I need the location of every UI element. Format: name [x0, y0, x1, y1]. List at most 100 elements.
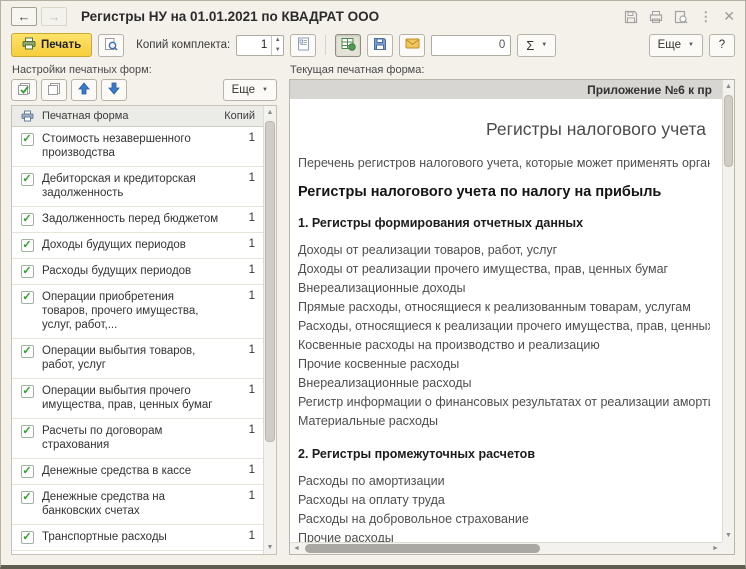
column-header-form[interactable]: Печатная форма — [42, 110, 219, 122]
table-header: Печатная форма Копий — [12, 106, 263, 127]
print-button-label: Печать — [41, 39, 81, 51]
scroll-left-icon[interactable]: ◄ — [290, 545, 303, 552]
table-row[interactable]: ✓ Операции приобретения товаров, прочего… — [12, 285, 263, 339]
more-button[interactable]: Еще ▼ — [649, 34, 703, 57]
register-line: Материальные расходы — [298, 412, 710, 431]
left-more-button[interactable]: Еще ▼ — [223, 79, 277, 101]
row-copies-value: 1 — [223, 238, 263, 252]
print-icon[interactable] — [649, 10, 663, 24]
left-more-button-label: Еще — [232, 84, 255, 96]
printer-icon — [22, 37, 36, 53]
preview-hscroll-thumb[interactable] — [305, 544, 540, 553]
row-form-label: Операции выбытия товаров, работ, услуг — [42, 344, 223, 372]
table-row[interactable]: ✓ Задолженность перед бюджетом 1 — [12, 207, 263, 233]
close-icon[interactable]: ✕ — [723, 8, 735, 25]
preview-vertical-scrollbar[interactable]: ▲ ▼ — [722, 80, 734, 542]
checkbox-checked-icon[interactable]: ✓ — [21, 385, 34, 398]
sigma-button[interactable]: Σ ▼ — [517, 34, 556, 57]
checkbox-checked-icon[interactable]: ✓ — [21, 133, 34, 146]
more-menu-icon[interactable]: ⋮ — [699, 11, 712, 23]
row-checkbox-cell: ✓ — [12, 172, 42, 200]
table-row[interactable]: ✓ Регистр налогового учета по налогу на … — [12, 551, 263, 554]
checkbox-checked-icon[interactable]: ✓ — [21, 531, 34, 544]
table-row[interactable]: ✓ Расходы будущих периодов 1 — [12, 259, 263, 285]
scroll-right-icon[interactable]: ► — [709, 545, 722, 552]
sum-field[interactable] — [431, 35, 511, 56]
row-form-label: Денежные средства на банковских счетах — [42, 490, 223, 518]
row-form-label: Денежные средства в кассе — [42, 464, 223, 478]
save-document-button[interactable] — [367, 34, 393, 57]
checkbox-checked-icon[interactable]: ✓ — [21, 173, 34, 186]
title-bar: ← → Регистры НУ на 01.01.2021 по КВАДРАТ… — [1, 1, 745, 30]
left-table-scrollbar[interactable]: ▲ ▼ — [263, 106, 276, 554]
row-form-label: Стоимость незавершенного производства — [42, 132, 223, 160]
table-row[interactable]: ✓ Доходы будущих периодов 1 — [12, 233, 263, 259]
table-row[interactable]: ✓ Операции выбытия товаров, работ, услуг… — [12, 339, 263, 379]
checkbox-checked-icon[interactable]: ✓ — [21, 491, 34, 504]
column-header-copies[interactable]: Копий — [219, 110, 263, 122]
row-form-label: Доходы будущих периодов — [42, 238, 223, 252]
row-checkbox-cell: ✓ — [12, 344, 42, 372]
stepper-down-icon[interactable]: ▼ — [272, 45, 283, 55]
show-form-settings-button[interactable] — [335, 34, 361, 57]
checkbox-checked-icon[interactable]: ✓ — [21, 239, 34, 252]
save-icon[interactable] — [624, 10, 638, 24]
copies-value[interactable]: 1 — [237, 36, 271, 55]
floppy-icon — [373, 37, 387, 54]
checkbox-checked-icon[interactable]: ✓ — [21, 265, 34, 278]
copies-label: Копий комплекта: — [136, 39, 230, 51]
page-setup-button[interactable] — [290, 34, 316, 57]
window-controls: ⋮ ✕ — [624, 8, 735, 25]
register-line: Прочие косвенные расходы — [298, 355, 710, 374]
scroll-up-icon[interactable]: ▲ — [725, 80, 732, 93]
table-row[interactable]: ✓ Стоимость незавершенного производства … — [12, 127, 263, 167]
checkbox-checked-icon[interactable]: ✓ — [21, 291, 34, 304]
section-title: 1. Регистры формирования отчетных данных — [298, 216, 710, 230]
current-form-panel: Текущая печатная форма: Приложение №6 к … — [289, 63, 735, 555]
document-content[interactable]: Регистры налогового учета Перечень регис… — [290, 99, 722, 542]
forward-button[interactable]: → — [41, 7, 67, 26]
row-checkbox-cell: ✓ — [12, 384, 42, 412]
checkbox-checked-icon[interactable]: ✓ — [21, 465, 34, 478]
table-row[interactable]: ✓ Денежные средства в кассе 1 — [12, 459, 263, 485]
preview-icon[interactable] — [674, 10, 688, 24]
scroll-up-icon[interactable]: ▲ — [267, 106, 274, 119]
back-button[interactable]: ← — [11, 7, 37, 26]
row-checkbox-cell: ✓ — [12, 490, 42, 518]
left-scroll-thumb[interactable] — [265, 121, 275, 442]
table-row[interactable]: ✓ Дебиторская и кредиторская задолженнос… — [12, 167, 263, 207]
table-row[interactable]: ✓ Операции выбытия прочего имущества, пр… — [12, 379, 263, 419]
table-row[interactable]: ✓ Транспортные расходы 1 — [12, 525, 263, 551]
document-sections: 1. Регистры формирования отчетных данных… — [298, 216, 710, 542]
row-form-label: Дебиторская и кредиторская задолженность — [42, 172, 223, 200]
uncheck-all-button[interactable] — [41, 79, 67, 101]
preview-hscroll-track[interactable] — [303, 543, 709, 554]
scroll-down-icon[interactable]: ▼ — [725, 529, 732, 542]
uncheck-all-icon — [47, 82, 62, 99]
move-up-button[interactable] — [71, 79, 97, 101]
checkbox-checked-icon[interactable]: ✓ — [21, 425, 34, 438]
preview-vscroll-thumb[interactable] — [724, 95, 733, 167]
check-all-button[interactable] — [11, 79, 37, 101]
table-row[interactable]: ✓ Денежные средства на банковских счетах… — [12, 485, 263, 525]
register-line: Доходы от реализации прочего имущества, … — [298, 260, 710, 279]
left-scroll-track[interactable] — [264, 119, 276, 541]
print-button[interactable]: Печать — [11, 33, 92, 57]
preview-horizontal-scrollbar[interactable]: ◄ ► — [290, 542, 722, 554]
move-down-button[interactable] — [101, 79, 127, 101]
section-items: Расходы по амортизации Расходы на оплату… — [298, 472, 710, 542]
stepper-up-icon[interactable]: ▲ — [272, 36, 283, 46]
row-copies-value: 1 — [223, 490, 263, 518]
send-email-button[interactable] — [399, 34, 425, 57]
checkbox-checked-icon[interactable]: ✓ — [21, 345, 34, 358]
table-row[interactable]: ✓ Расчеты по договорам страхования 1 — [12, 419, 263, 459]
print-preview-button[interactable] — [98, 34, 124, 57]
preview-vscroll-track[interactable] — [723, 93, 734, 529]
copies-stepper[interactable]: 1 ▲ ▼ — [236, 35, 284, 56]
toolbar-separator — [325, 35, 326, 55]
document-preview: Приложение №6 к пр Регистры налогового у… — [289, 79, 735, 555]
page-settings-icon — [297, 37, 310, 54]
scroll-down-icon[interactable]: ▼ — [267, 541, 274, 554]
help-button[interactable]: ? — [709, 34, 735, 57]
checkbox-checked-icon[interactable]: ✓ — [21, 213, 34, 226]
